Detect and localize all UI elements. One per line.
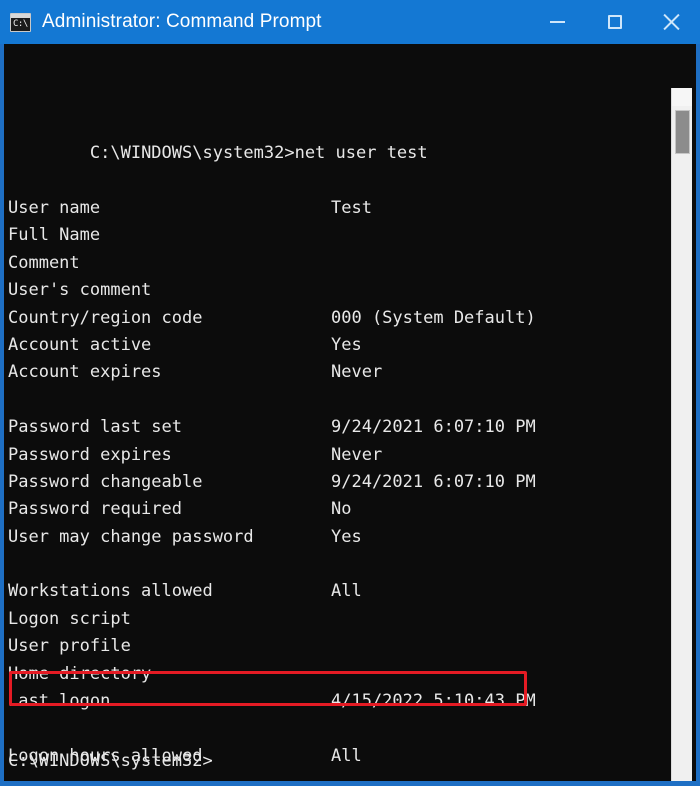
- console-output-area[interactable]: C:\WINDOWS\system32>net user test User n…: [0, 44, 700, 786]
- console-row-value: 9/24/2021 6:07:10 PM: [331, 417, 536, 438]
- command-text: C:\WINDOWS\system32>net user test: [89, 143, 428, 164]
- console-row: User profile: [4, 633, 670, 660]
- console-row-label: User's comment: [8, 280, 152, 301]
- minimize-icon: [550, 21, 565, 23]
- console-row-value: Test: [331, 198, 372, 219]
- console-row-value: All: [331, 581, 362, 602]
- console-row-label: Full Name: [8, 225, 101, 246]
- console-row: Password changeable 9/24/2021 6:07:10 PM: [4, 469, 670, 496]
- minimize-button[interactable]: [529, 0, 586, 44]
- console-row: Comment: [4, 250, 670, 277]
- command-prompt-icon: C:\: [10, 12, 31, 32]
- console-row-label: User name: [8, 198, 101, 219]
- console-row-label: Password last set: [8, 417, 182, 438]
- scrollbar-track-top: [672, 88, 692, 106]
- console-row-label: Last logon: [8, 691, 111, 712]
- console-row-label: User profile: [8, 636, 131, 657]
- console-row-label: Home directory: [8, 663, 152, 684]
- scrollbar-thumb[interactable]: [675, 110, 690, 154]
- console-row: Account expires Never: [4, 359, 670, 386]
- console-row-label: User may change password: [8, 526, 254, 547]
- window-controls: [529, 0, 700, 44]
- console-row-label: Password changeable: [8, 471, 203, 492]
- console-row: Logon script: [4, 606, 670, 633]
- command-prompt-window: C:\ Administrator: Command Prompt C:\WIN…: [0, 0, 700, 786]
- console-row-label: Password required: [8, 499, 182, 520]
- title-bar[interactable]: C:\ Administrator: Command Prompt: [0, 0, 700, 44]
- console-row-value: 9/24/2021 6:07:10 PM: [331, 471, 536, 492]
- console-text: C:\WINDOWS\system32>net user test User n…: [4, 58, 670, 770]
- console-row-label: Account expires: [8, 362, 162, 383]
- console-row-value: 000 (System Default): [331, 307, 536, 328]
- console-row-value: Yes: [331, 526, 362, 547]
- console-row-label: Password expires: [8, 444, 172, 465]
- maximize-icon: [607, 15, 622, 29]
- console-row: Workstations allowed All: [4, 578, 670, 605]
- console-command-line: C:\WINDOWS\system32>net user test: [4, 113, 670, 163]
- console-row: User's comment: [4, 277, 670, 304]
- console-row-value: Yes: [331, 334, 362, 355]
- console-row-value: Never: [331, 362, 383, 383]
- console-row: Password required No: [4, 496, 670, 523]
- console-row: Password last set 9/24/2021 6:07:10 PM: [4, 414, 670, 441]
- console-row-label: Logon script: [8, 608, 131, 629]
- close-icon: [662, 12, 682, 32]
- console-row: Full Name: [4, 222, 670, 249]
- console-row-value: Never: [331, 444, 383, 465]
- console-row: Home directory: [4, 661, 670, 688]
- console-row-label: Country/region code: [8, 307, 203, 328]
- command-prompt-icon-glyph: C:\: [13, 18, 28, 29]
- console-row: Country/region code 000 (System Default): [4, 305, 670, 332]
- console-row-value: No: [331, 499, 352, 520]
- console-row: Account active Yes: [4, 332, 670, 359]
- console-row-value: 4/15/2022 5:10:43 PM: [331, 691, 536, 712]
- window-title: Administrator: Command Prompt: [42, 11, 322, 32]
- close-button[interactable]: [643, 0, 700, 44]
- console-row-label: Workstations allowed: [8, 581, 213, 602]
- console-rows: User name Test Full Name Comment User's comm…: [4, 195, 670, 781]
- console-prompt: C:\WINDOWS\system32>: [8, 751, 213, 771]
- console-row: User may change password Yes: [4, 524, 670, 551]
- console-row: User name Test: [4, 195, 670, 222]
- console-row: Password expires Never: [4, 442, 670, 469]
- console-scrollbar[interactable]: [671, 88, 692, 781]
- console-row-value: All: [331, 745, 362, 766]
- console-row-label: Comment: [8, 252, 80, 273]
- maximize-button[interactable]: [586, 0, 643, 44]
- console-row: Last logon 4/15/2022 5:10:43 PM: [4, 688, 670, 715]
- console-row-label: Account active: [8, 334, 152, 355]
